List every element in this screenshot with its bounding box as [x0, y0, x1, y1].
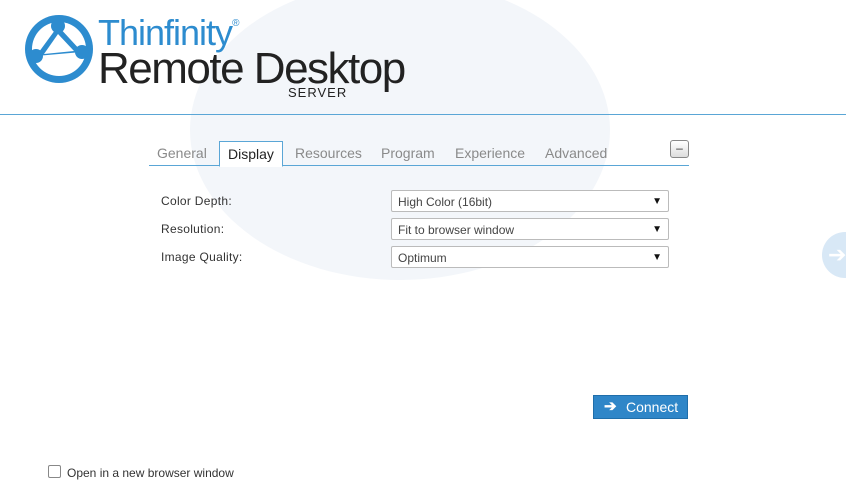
- tab-resources[interactable]: Resources: [287, 141, 370, 165]
- header: Thinfinity® Remote Desktop SERVER: [0, 0, 846, 115]
- product-name: Remote Desktop: [98, 44, 406, 93]
- collapse-button[interactable]: –: [670, 140, 689, 158]
- image-quality-select[interactable]: Optimum ▼: [391, 246, 669, 268]
- dropdown-arrow-icon: ▼: [652, 224, 662, 235]
- resolution-row: Resolution: Fit to browser window ▼: [161, 218, 671, 242]
- dropdown-arrow-icon: ▼: [652, 196, 662, 207]
- connect-button[interactable]: ➔ Connect: [593, 395, 688, 419]
- dropdown-arrow-icon: ▼: [652, 252, 662, 263]
- color-depth-select[interactable]: High Color (16bit) ▼: [391, 190, 669, 212]
- tab-program[interactable]: Program: [373, 141, 443, 165]
- tab-bar: General Display Resources Program Experi…: [149, 138, 689, 167]
- resolution-value: Fit to browser window: [398, 223, 515, 237]
- thinfinity-logo-icon: [25, 15, 93, 83]
- image-quality-value: Optimum: [398, 251, 447, 265]
- tab-display[interactable]: Display: [219, 141, 283, 167]
- next-arrow-icon[interactable]: ➔: [822, 232, 846, 278]
- new-window-label[interactable]: Open in a new browser window: [67, 466, 234, 480]
- resolution-select[interactable]: Fit to browser window ▼: [391, 218, 669, 240]
- color-depth-row: Color Depth: High Color (16bit) ▼: [161, 190, 671, 214]
- image-quality-label: Image Quality:: [161, 250, 243, 264]
- tab-general[interactable]: General: [149, 141, 215, 165]
- color-depth-value: High Color (16bit): [398, 195, 493, 209]
- connect-label: Connect: [626, 399, 679, 415]
- tab-advanced[interactable]: Advanced: [537, 141, 615, 165]
- product-edition: SERVER: [288, 85, 348, 100]
- connection-panel: General Display Resources Program Experi…: [149, 138, 689, 268]
- resolution-label: Resolution:: [161, 222, 225, 236]
- image-quality-row: Image Quality: Optimum ▼: [161, 246, 671, 270]
- arrow-right-icon: ➔: [604, 398, 617, 415]
- tab-experience[interactable]: Experience: [447, 141, 533, 165]
- new-window-checkbox[interactable]: [48, 465, 61, 478]
- color-depth-label: Color Depth:: [161, 194, 232, 208]
